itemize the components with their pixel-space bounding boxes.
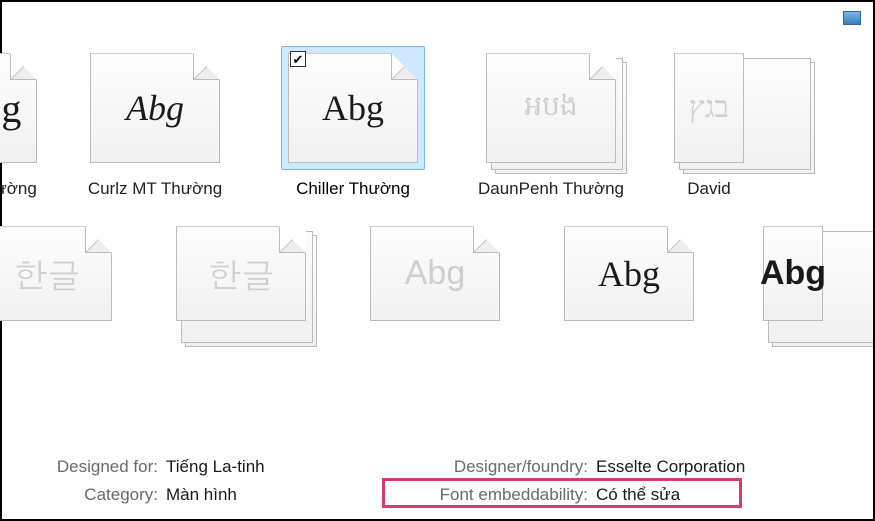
font-label: Curlz MT Thường [88,178,222,199]
page-fold-icon [391,54,417,80]
font-item-r2-1[interactable]: 한글 [176,219,306,328]
page-fold-icon [85,227,111,253]
designer-label: Designer/foundry: [366,457,596,477]
font-label: Chiller Thường [296,178,410,199]
page-fold-icon [667,227,693,253]
font-item-curlz[interactable]: Abg Curlz MT Thường [70,46,240,199]
font-sample: בגץ [689,91,729,125]
font-sample: Abg [126,87,184,129]
details-pane: Designed for: Tiếng La-tinh Designer/fou… [2,449,873,519]
font-sample: Abg [760,254,826,293]
font-item-courier[interactable]: Abg urier Thường [0,46,42,199]
font-label: DaunPenh Thường [478,178,624,199]
font-sample: Abg [598,253,660,295]
category-label: Category: [16,485,166,505]
font-sample: 한글 [13,249,81,298]
toolbar [2,2,873,34]
category-value: Màn hình [166,485,366,505]
font-sample: 한글 [207,249,275,298]
embeddability-label: Font embeddability: [366,485,596,505]
page-fold-icon [10,54,36,80]
font-sample: Abg [322,87,384,129]
preview-toggle-icon[interactable] [843,11,861,25]
font-item-r2-4[interactable]: Abg [758,219,828,328]
embeddability-value: Có thể sửa [596,485,816,505]
font-sample: Abg [0,85,21,132]
designed-for-value: Tiếng La-tinh [166,457,366,477]
page-fold-icon [473,227,499,253]
font-label: David [687,178,730,199]
font-item-chiller[interactable]: ✔ Abg Chiller Thường [268,46,438,199]
font-sample: Abg [405,254,466,293]
selection-checkbox[interactable]: ✔ [290,51,306,67]
font-grid-area: Abg urier Thường Abg Curlz MT Thường ✔ A… [2,34,873,454]
page-fold-icon [589,54,615,80]
font-label: urier Thường [0,178,37,199]
font-sample: អបង [524,88,577,129]
designer-value: Esselte Corporation [596,457,816,477]
font-row-2: 한글 한글 Abg A [0,219,873,328]
font-row-1: Abg urier Thường Abg Curlz MT Thường ✔ A… [0,46,873,199]
font-item-r2-2[interactable]: Abg [370,219,500,328]
designed-for-label: Designed for: [16,457,166,477]
font-item-r2-0[interactable]: 한글 [0,219,112,328]
page-fold-icon [193,54,219,80]
font-item-david[interactable]: בגץ David [664,46,754,199]
font-item-daunpenh[interactable]: អបង DaunPenh Thường [466,46,636,199]
page-fold-icon [279,227,305,253]
font-item-r2-3[interactable]: Abg [564,219,694,328]
